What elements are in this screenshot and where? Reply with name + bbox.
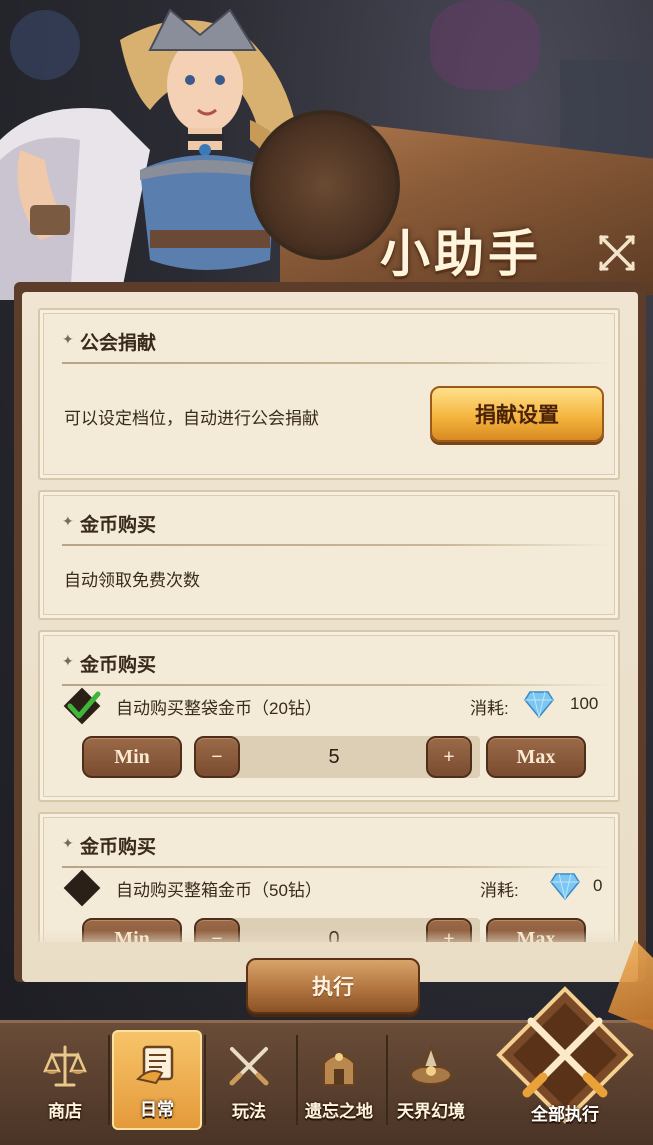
crossed-swords-close-icon: [599, 235, 635, 271]
diamond-icon: [524, 691, 554, 718]
nav-item-celestial-realm[interactable]: 天界幻境: [386, 1030, 476, 1130]
decrement-button[interactable]: −: [194, 736, 240, 778]
scroll-quill-icon: [136, 1045, 174, 1085]
max-button[interactable]: Max: [486, 736, 586, 778]
cost-value: 0: [593, 876, 603, 895]
increment-button[interactable]: +: [426, 736, 472, 778]
card-title: 金币购买: [80, 655, 157, 676]
star-icon: ✦: [62, 332, 74, 348]
nav-divider: [108, 1035, 110, 1125]
star-icon: ✦: [62, 654, 74, 670]
temple-icon: [323, 1053, 355, 1086]
gold-bag-purchase-card: ✦ 金币购买 自动购买整袋金币（20钻） 消耗: 100 Min − 5 + M…: [38, 630, 620, 802]
close-button[interactable]: [594, 230, 640, 276]
divider: [62, 544, 610, 546]
auto-buy-box-checkbox[interactable]: [62, 868, 102, 908]
star-icon: ✦: [62, 514, 74, 530]
min-button[interactable]: Min: [82, 736, 182, 778]
scales-icon: [43, 1045, 87, 1087]
gold-box-purchase-card: ✦ 金币购买 自动购买整箱金币（50钻） 消耗: 0 Min − 0 + Max: [38, 812, 620, 942]
background-figure: [430, 0, 540, 90]
card-title: 公会捐献: [80, 333, 157, 354]
settings-list[interactable]: ✦ 公会捐献 可以设定档位，自动进行公会捐献 捐献设置 ✦ 金币购买 自动领取免…: [22, 292, 638, 942]
card-description: 自动领取免费次数: [64, 571, 200, 590]
nav-label: 商店: [48, 1102, 82, 1121]
option-label: 自动购买整袋金币（20钻）: [116, 699, 322, 718]
divider: [62, 684, 610, 686]
page-title: 小助手: [380, 224, 542, 283]
divider: [62, 866, 610, 868]
nav-label: 遗忘之地: [305, 1102, 373, 1121]
star-icon: ✦: [62, 836, 74, 852]
gold-free-claim-card: ✦ 金币购买 自动领取免费次数: [38, 490, 620, 620]
option-label: 自动购买整箱金币（50钻）: [116, 881, 322, 900]
donation-settings-button[interactable]: 捐献设置: [430, 386, 604, 442]
nav-label: 日常: [140, 1100, 174, 1119]
cost-label: 消耗:: [480, 881, 519, 900]
crossed-swords-icon: [229, 1047, 269, 1086]
auto-buy-bag-checkbox[interactable]: [62, 686, 102, 726]
nav-item-daily[interactable]: 日常: [112, 1030, 202, 1130]
nav-item-gameplay[interactable]: 玩法: [204, 1030, 294, 1130]
quantity-value[interactable]: 5: [240, 736, 428, 778]
shield-decoration: [250, 110, 400, 260]
nav-item-shop[interactable]: 商店: [20, 1030, 110, 1130]
all-execute-label: 全部执行: [531, 1105, 599, 1124]
nav-label: 玩法: [232, 1102, 266, 1121]
guild-donation-card: ✦ 公会捐献 可以设定档位，自动进行公会捐献 捐献设置: [38, 308, 620, 480]
card-description: 可以设定档位，自动进行公会捐献: [64, 409, 319, 428]
card-title: 金币购买: [80, 515, 157, 536]
card-title: 金币购买: [80, 837, 157, 858]
cost-label: 消耗:: [470, 699, 509, 718]
scroll-fade: [22, 930, 638, 950]
diamond-icon: [550, 873, 580, 900]
execute-button[interactable]: 执行: [246, 958, 420, 1014]
divider: [62, 362, 610, 364]
nav-label: 天界幻境: [397, 1102, 465, 1121]
nest-icon: [410, 1043, 452, 1085]
cost-value: 100: [570, 694, 599, 713]
nav-item-forgotten-land[interactable]: 遗忘之地: [294, 1030, 384, 1130]
